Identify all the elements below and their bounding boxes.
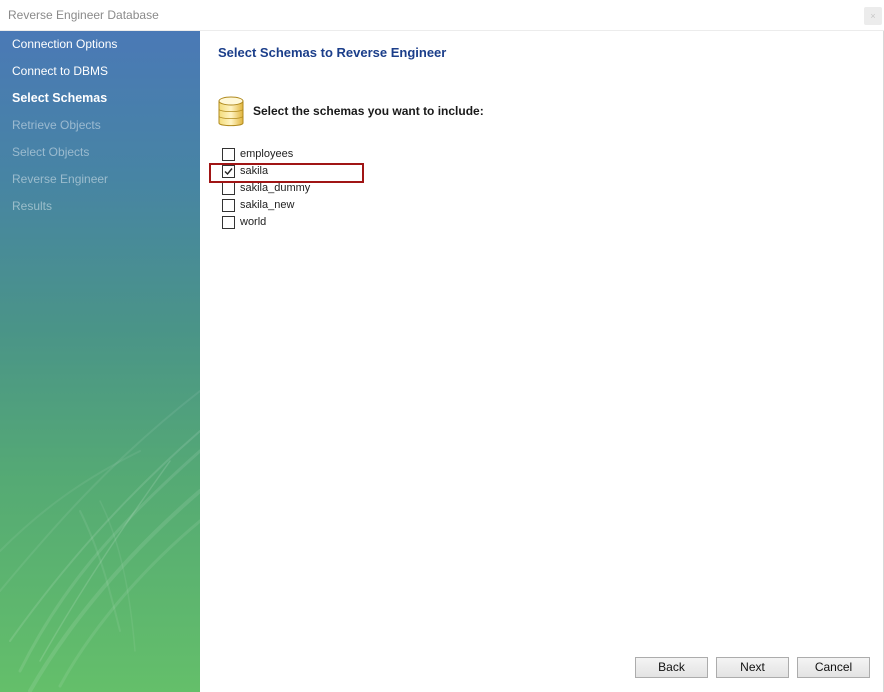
wizard-sidebar: Connection Options Connect to DBMS Selec… [0, 31, 200, 692]
checkbox-employees[interactable] [222, 148, 235, 161]
schema-label: sakila_new [240, 199, 295, 211]
checkbox-world[interactable] [222, 216, 235, 229]
reverse-engineer-window: Reverse Engineer Database × Connection O… [0, 0, 884, 692]
next-button[interactable]: Next [716, 657, 789, 678]
step-select-schemas: Select Schemas [12, 91, 108, 105]
schema-label: world [240, 216, 267, 228]
wizard-steps: Connection Options Connect to DBMS Selec… [0, 31, 200, 220]
step-reverse-engineer: Reverse Engineer [12, 172, 109, 186]
page-title: Select Schemas to Reverse Engineer [218, 45, 447, 60]
step-select-objects: Select Objects [12, 145, 90, 159]
schema-prompt: Select the schemas you want to include: [253, 104, 484, 118]
database-icon [218, 96, 244, 127]
checkbox-sakila-new[interactable] [222, 199, 235, 212]
step-connect-to-dbms: Connect to DBMS [12, 64, 109, 78]
title-bar: Reverse Engineer Database × [0, 0, 884, 31]
wizard-content: Select Schemas to Reverse Engineer Selec… [200, 31, 884, 692]
step-connection-options: Connection Options [12, 37, 118, 51]
selection-highlight-box [209, 163, 364, 183]
schema-label: employees [240, 148, 294, 160]
cancel-button[interactable]: Cancel [797, 657, 870, 678]
step-retrieve-objects: Retrieve Objects [12, 118, 101, 132]
back-button[interactable]: Back [635, 657, 708, 678]
step-results: Results [12, 199, 53, 213]
close-icon[interactable]: × [864, 7, 882, 25]
window-title: Reverse Engineer Database [8, 8, 159, 22]
checkbox-sakila-dummy[interactable] [222, 182, 235, 195]
